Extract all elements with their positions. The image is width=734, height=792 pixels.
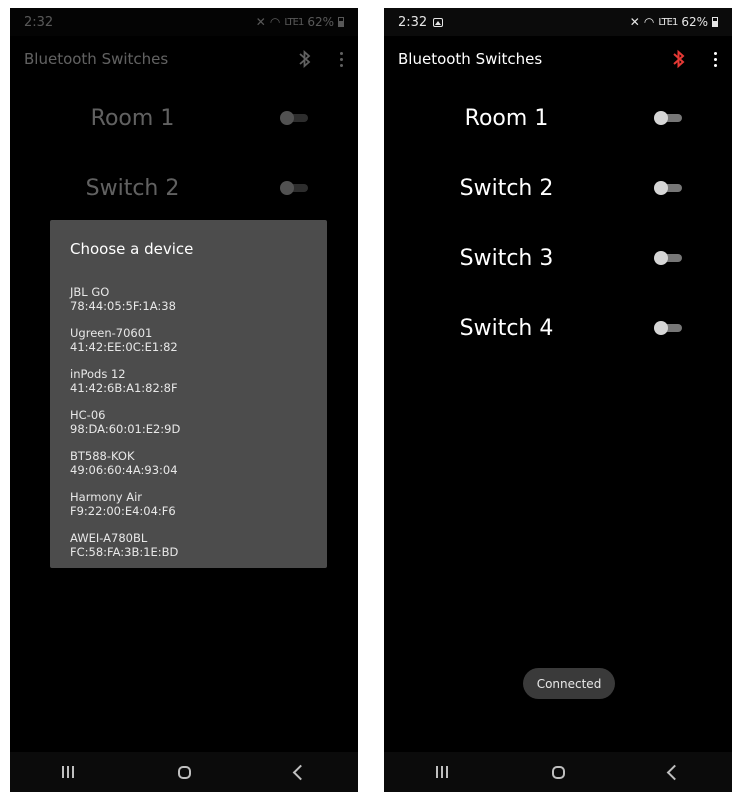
device-address: F9:22:00:E4:04:F6 [70,504,176,518]
switch-label: Switch 2 [459,175,554,201]
device-address: 49:06:60:4A:93:04 [70,463,178,477]
back-icon[interactable] [292,764,309,780]
recent-apps-icon[interactable] [436,766,448,778]
device-address: 41:42:6B:A1:82:8F [70,381,178,395]
device-name: Ugreen-70601 [70,326,153,340]
device-name: JBL GO [70,285,110,299]
toggle-switch-room-1[interactable] [654,111,682,125]
device-address: 78:44:05:5F:1A:38 [70,299,176,313]
bluetooth-icon[interactable] [672,49,686,69]
status-bar: 2:32 ✕ ◠ LTE1 62% [384,8,732,36]
battery-icon [712,17,718,27]
home-icon[interactable] [178,765,191,779]
dialog-title: Choose a device [70,240,194,258]
mute-icon: ✕ [629,15,640,29]
app-title: Bluetooth Switches [398,50,543,68]
switch-row-room-1: Room 1 [384,98,732,138]
signal-icon: LTE1 [658,16,678,28]
device-name: inPods 12 [70,367,126,381]
more-vert-icon[interactable] [712,51,718,67]
phone-screen-left: 2:32 ✕ ◠ LTE1 62% Bluetooth Switches Roo… [10,8,358,792]
home-icon[interactable] [552,765,565,779]
device-name: AWEI-A780BL [70,531,148,545]
connected-toast: Connected [523,668,615,699]
switch-label: Switch 3 [459,245,554,271]
device-address: FC:58:FA:3B:1E:BD [70,545,179,559]
gallery-icon [433,17,444,27]
device-item[interactable]: AWEI-A780BL FC:58:FA:3B:1E:BD [70,531,317,572]
back-icon[interactable] [666,764,683,780]
device-address: 41:42:EE:0C:E1:82 [70,340,178,354]
switch-label: Room 1 [464,105,549,131]
wifi-icon: ◠ [643,15,655,29]
device-name: Harmony Air [70,490,142,504]
switch-row-switch-4: Switch 4 [384,308,732,348]
device-address: 98:DA:60:01:E2:9D [70,422,181,436]
toggle-switch-4[interactable] [654,321,682,335]
device-chooser-dialog: Choose a device JBL GO 78:44:05:5F:1A:38… [50,220,327,568]
device-item[interactable]: inPods 12 41:42:6B:A1:82:8F [70,367,317,408]
device-item[interactable]: Ugreen-70601 41:42:EE:0C:E1:82 [70,326,317,367]
device-item[interactable]: JBL GO 78:44:05:5F:1A:38 [70,285,317,326]
switch-label: Switch 4 [459,315,554,341]
device-item[interactable]: Harmony Air F9:22:00:E4:04:F6 [70,490,317,531]
device-list: JBL GO 78:44:05:5F:1A:38 Ugreen-70601 41… [70,285,317,572]
switch-row-switch-2: Switch 2 [384,168,732,208]
status-time: 2:32 [398,14,428,30]
battery-percent: 62% [681,15,708,29]
device-item[interactable]: BT588-KOK 49:06:60:4A:93:04 [70,449,317,490]
recent-apps-icon[interactable] [62,766,74,778]
toggle-switch-2[interactable] [654,181,682,195]
device-name: BT588-KOK [70,449,135,463]
toggle-switch-3[interactable] [654,251,682,265]
status-icons: ✕ ◠ LTE1 62% [630,15,718,29]
system-nav-bar [384,752,732,792]
system-nav-bar [10,752,358,792]
phone-screen-right: 2:32 ✕ ◠ LTE1 62% Bluetooth Switches Roo… [384,8,732,792]
app-bar: Bluetooth Switches [384,44,732,74]
device-name: HC-06 [70,408,106,422]
device-item[interactable]: HC-06 98:DA:60:01:E2:9D [70,408,317,449]
switch-row-switch-3: Switch 3 [384,238,732,278]
